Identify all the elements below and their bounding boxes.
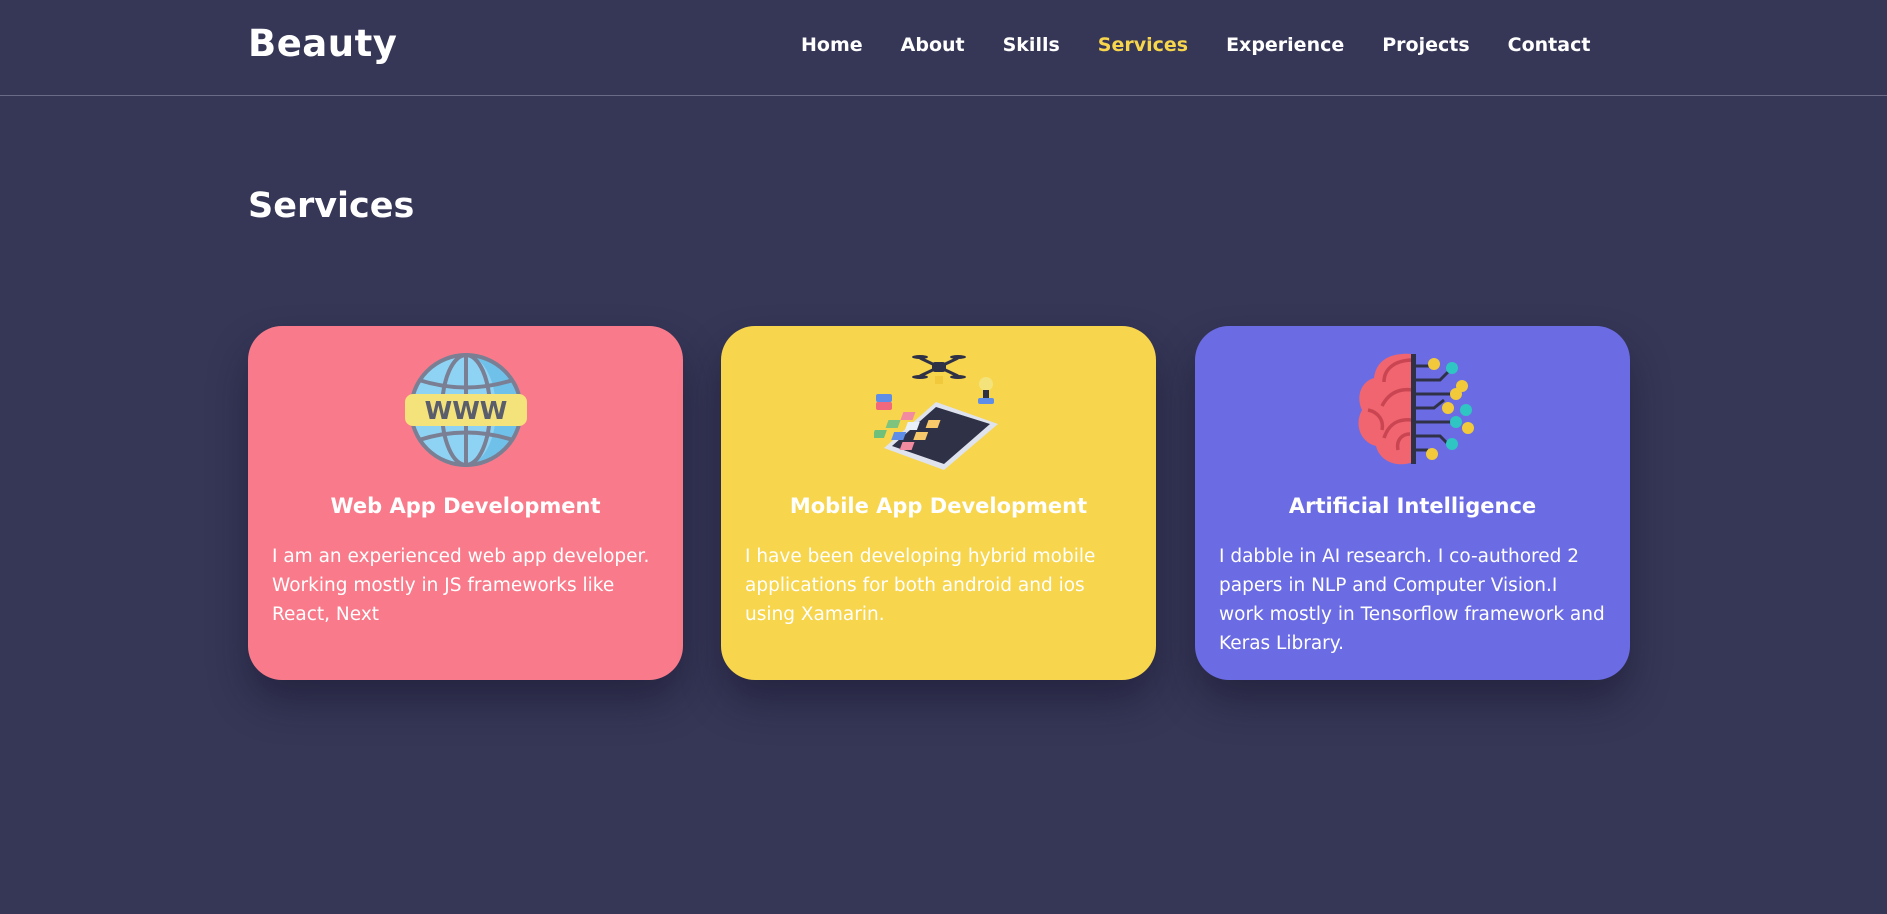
section-title: Services bbox=[248, 186, 415, 226]
nav-about[interactable]: About bbox=[901, 34, 965, 56]
nav-home[interactable]: Home bbox=[801, 34, 863, 56]
card-title: Web App Development bbox=[330, 494, 601, 518]
card-description: I am an experienced web app developer. W… bbox=[272, 546, 650, 625]
nav-experience[interactable]: Experience bbox=[1226, 34, 1344, 56]
service-card-ai: Artificial Intelligence I dabble in AI r… bbox=[1195, 326, 1630, 680]
card-title: Artificial Intelligence bbox=[1288, 494, 1537, 518]
mobile-app-icon bbox=[873, 355, 998, 470]
nav-services[interactable]: Services bbox=[1098, 34, 1188, 56]
card-title: Mobile App Development bbox=[789, 494, 1088, 518]
brain-circuit-icon bbox=[1357, 353, 1474, 465]
navbar: Beauty Home About Skills Services Experi… bbox=[0, 0, 1887, 96]
card-description: I have been developing hybrid mobile app… bbox=[745, 546, 1096, 625]
service-card-web: WWW Web App Development I am an experien… bbox=[248, 326, 683, 680]
card-description: I dabble in AI research. I co-authored 2… bbox=[1219, 546, 1605, 654]
brand-logo[interactable]: Beauty bbox=[248, 22, 397, 65]
nav-contact[interactable]: Contact bbox=[1508, 34, 1591, 56]
service-card-mobile: Mobile App Development I have been devel… bbox=[721, 326, 1156, 680]
nav-skills[interactable]: Skills bbox=[1003, 34, 1060, 56]
nav-projects[interactable]: Projects bbox=[1382, 34, 1469, 56]
main-nav: Home About Skills Services Experience Pr… bbox=[801, 34, 1628, 56]
globe-www-icon: WWW bbox=[404, 353, 527, 467]
svg-text:WWW: WWW bbox=[424, 396, 507, 425]
